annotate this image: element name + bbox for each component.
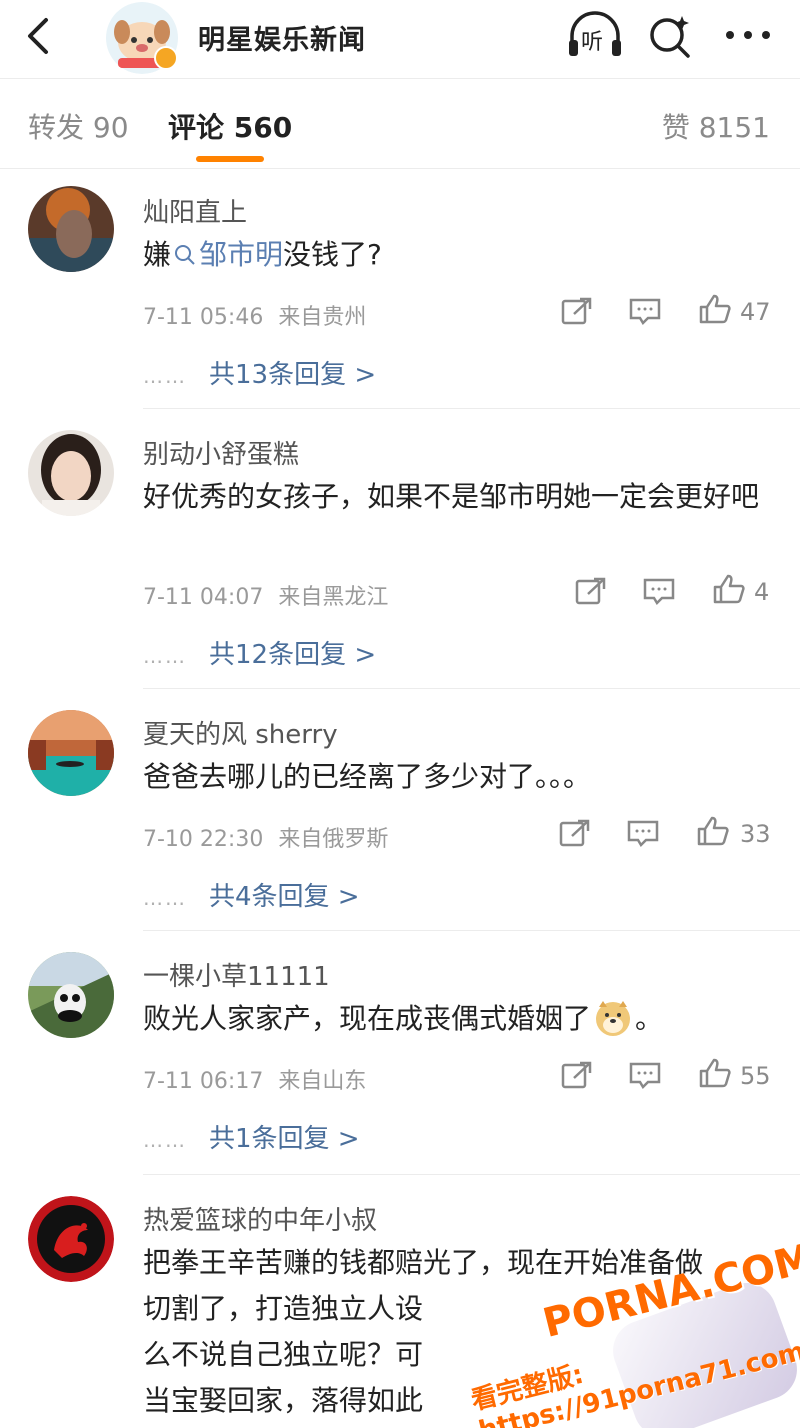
comment-time: 7-11 05:46 <box>143 305 264 330</box>
account-name[interactable]: 明星娱乐新闻 <box>198 18 366 57</box>
like-icon[interactable] <box>698 294 732 324</box>
divider <box>0 78 800 79</box>
comment-text: 嫌邹市明没钱了? <box>143 232 763 278</box>
divider <box>143 688 800 689</box>
comment-icon[interactable] <box>642 576 676 606</box>
search-topic-link[interactable]: 邹市明 <box>199 238 283 271</box>
tab-repost[interactable]: 转发 90 <box>28 106 129 146</box>
avatar[interactable] <box>28 710 114 796</box>
comment-text: 好优秀的女孩子，如果不是邹市明她一定会更好吧 <box>143 480 760 513</box>
view-replies-link[interactable]: …… 共13条回复 > <box>143 354 376 391</box>
comment-location: 来自黑龙江 <box>278 585 389 610</box>
divider <box>143 408 800 409</box>
more-horizontal-icon[interactable] <box>722 18 774 52</box>
comment-username[interactable]: 一棵小草11111 <box>143 956 330 993</box>
comment-icon[interactable] <box>626 818 660 848</box>
comment-time: 7-10 22:30 <box>143 827 264 852</box>
comment-username[interactable]: 夏天的风 sherry <box>143 714 338 751</box>
tab-bar: 转发 90 评论 560 赞 8151 <box>0 80 800 168</box>
comment-text-suffix: 没钱了? <box>283 238 382 271</box>
share-icon[interactable] <box>560 1060 594 1090</box>
replies-label: 共13条回复 > <box>209 360 377 390</box>
reply-dots: …… <box>143 886 187 910</box>
comment-time: 7-11 06:17 <box>143 1069 264 1094</box>
listen-label: 听 <box>581 30 604 55</box>
doge-emoji-icon <box>596 1001 631 1036</box>
ai-search-icon[interactable] <box>646 12 694 60</box>
avatar[interactable] <box>28 430 114 516</box>
comment-location: 来自俄罗斯 <box>278 827 389 852</box>
comment-meta: 7-11 05:46 来自贵州 <box>143 299 366 331</box>
tab-comment[interactable]: 评论 560 <box>168 106 292 146</box>
replies-label: 共1条回复 > <box>209 1124 360 1154</box>
reply-dots: …… <box>143 364 187 388</box>
comment-meta: 7-10 22:30 来自俄罗斯 <box>143 821 388 853</box>
comment-text: 败光人家家产，现在成丧偶式婚姻了 。 <box>143 996 763 1042</box>
avatar[interactable] <box>28 1196 114 1282</box>
comment-meta: 7-11 04:07 来自黑龙江 <box>143 579 388 611</box>
share-icon[interactable] <box>558 818 592 848</box>
avatar[interactable] <box>28 186 114 272</box>
active-tab-indicator <box>196 156 264 162</box>
share-icon[interactable] <box>574 576 608 606</box>
comment-text-prefix: 嫌 <box>143 238 172 271</box>
tab-like[interactable]: 赞 8151 <box>662 106 770 146</box>
chevron-left-icon[interactable] <box>18 14 58 58</box>
comment-text-body: 败光人家家产，现在成丧偶式婚姻了 <box>143 1002 592 1035</box>
comment-username[interactable]: 热爱篮球的中年小叔 <box>143 1200 377 1237</box>
divider <box>143 1174 800 1175</box>
listen-button[interactable]: 听 <box>566 10 624 62</box>
search-icon <box>175 245 195 265</box>
like-icon[interactable] <box>696 816 730 846</box>
divider <box>0 168 800 169</box>
top-bar: 明星娱乐新闻 听 <box>0 0 800 78</box>
comment-text-end: 。 <box>635 1002 664 1035</box>
like-count: 47 <box>740 298 771 326</box>
comment-meta: 7-11 06:17 来自山东 <box>143 1063 366 1095</box>
comment-icon[interactable] <box>628 1060 662 1090</box>
view-replies-link[interactable]: …… 共1条回复 > <box>143 1118 360 1155</box>
like-count: 33 <box>740 820 771 848</box>
view-replies-link[interactable]: …… 共4条回复 > <box>143 876 360 913</box>
comment-username[interactable]: 别动小舒蛋糕 <box>143 434 299 471</box>
avatar[interactable] <box>28 952 114 1038</box>
divider <box>143 930 800 931</box>
like-icon[interactable] <box>698 1058 732 1088</box>
comment-icon[interactable] <box>628 296 662 326</box>
replies-label: 共4条回复 > <box>209 882 360 912</box>
comment-text: 爸爸去哪儿的已经离了多少对了。。。 <box>143 760 592 793</box>
like-count: 55 <box>740 1062 771 1090</box>
comment-time: 7-11 04:07 <box>143 585 264 610</box>
comment-username[interactable]: 灿阳直上 <box>143 192 247 229</box>
like-icon[interactable] <box>712 574 746 604</box>
view-replies-link[interactable]: …… 共12条回复 > <box>143 634 376 671</box>
comment-location: 来自山东 <box>278 1069 367 1094</box>
share-icon[interactable] <box>560 296 594 326</box>
reply-dots: …… <box>143 1128 187 1152</box>
like-count: 4 <box>754 578 770 606</box>
verified-badge-icon <box>154 46 178 70</box>
replies-label: 共12条回复 > <box>209 640 377 670</box>
reply-dots: …… <box>143 644 187 668</box>
comment-location: 来自贵州 <box>278 305 367 330</box>
